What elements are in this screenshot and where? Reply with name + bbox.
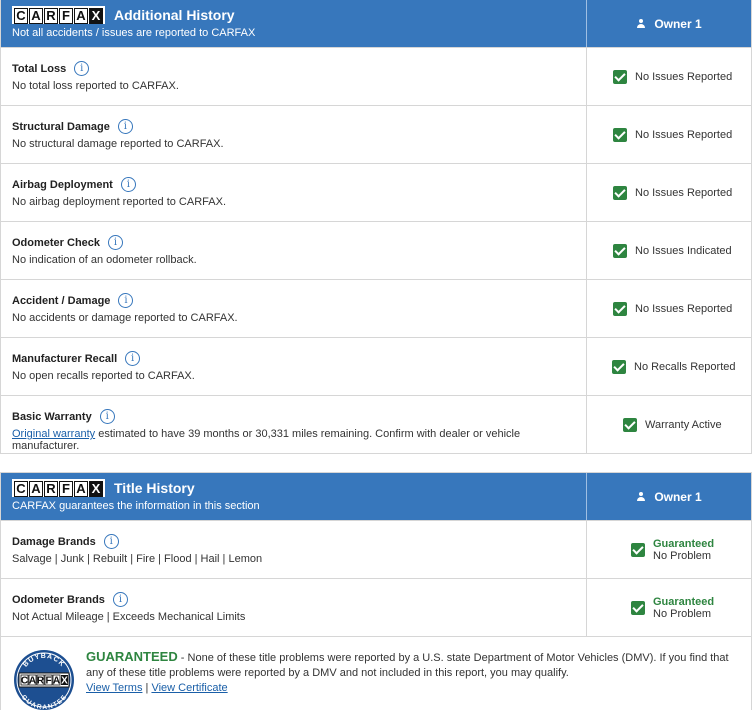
- check-icon: [612, 359, 626, 374]
- history-row-total-loss: Total Loss i No total loss reported to CA…: [1, 47, 751, 105]
- status-text: No Issues Reported: [635, 70, 733, 83]
- check-icon: [613, 69, 627, 84]
- row-title: Manufacturer Recall: [12, 352, 118, 365]
- view-terms-link[interactable]: View Terms: [86, 682, 142, 694]
- section-title: Additional History: [114, 7, 235, 23]
- row-description: No airbag deployment reported to CARFAX.: [12, 196, 227, 208]
- row-description: Salvage | Junk | Rebuilt | Fire | Flood …: [12, 553, 263, 565]
- buyback-guarantee-seal-icon: BUYBACK GUARANTEE C A R F A X: [14, 650, 74, 710]
- row-title: Basic Warranty: [12, 410, 92, 423]
- row-title: Airbag Deployment: [12, 178, 113, 191]
- row-title: Total Loss: [12, 62, 67, 75]
- owner-column-header: Owner 1: [587, 473, 751, 520]
- check-icon: [623, 417, 637, 432]
- info-icon[interactable]: i: [112, 592, 128, 607]
- status-text: No Issues Reported: [635, 186, 733, 199]
- additional-history-section: CARFAX Additional History Not all accide…: [0, 0, 752, 454]
- section-subtitle: CARFAX guarantees the information in thi…: [12, 500, 260, 512]
- row-title: Odometer Brands: [12, 593, 105, 606]
- original-warranty-link[interactable]: Original warranty: [12, 428, 95, 440]
- view-certificate-link[interactable]: View Certificate: [151, 682, 227, 694]
- history-row-odometer-check: Odometer Check i No indication of an odom…: [1, 221, 751, 279]
- info-icon[interactable]: i: [118, 293, 134, 308]
- svg-text:X: X: [61, 676, 68, 687]
- person-icon: [636, 491, 646, 502]
- check-icon: [613, 243, 627, 258]
- history-row-manufacturer-recall: Manufacturer Recall i No open recalls rep…: [1, 337, 751, 395]
- title-history-header: CARFAX Title History CARFAX guarantees t…: [1, 473, 751, 520]
- check-icon: [631, 600, 645, 615]
- row-title: Damage Brands: [12, 535, 96, 548]
- section-subtitle: Not all accidents / issues are reported …: [12, 27, 256, 39]
- guaranteed-label: Guaranteed: [653, 595, 715, 608]
- row-description: Not Actual Mileage | Exceeds Mechanical …: [12, 611, 246, 623]
- status-text: No Problem: [653, 607, 712, 620]
- row-title: Structural Damage: [12, 120, 110, 133]
- title-history-section: CARFAX Title History CARFAX guarantees t…: [0, 472, 752, 710]
- row-description: No structural damage reported to CARFAX.: [12, 138, 224, 150]
- row-description: No indication of an odometer rollback.: [12, 254, 197, 266]
- history-row-accident-damage: Accident / Damage i No accidents or damag…: [1, 279, 751, 337]
- check-icon: [613, 301, 627, 316]
- row-title: Odometer Check: [12, 236, 101, 249]
- check-icon: [631, 542, 645, 557]
- row-description: No accidents or damage reported to CARFA…: [12, 312, 238, 324]
- title-row-damage-brands: Damage Brands i Salvage | Junk | Rebuilt …: [1, 520, 751, 578]
- info-icon[interactable]: i: [120, 177, 136, 192]
- guaranteed-label: Guaranteed: [653, 537, 715, 550]
- row-description: Original warranty estimated to have 39 m…: [12, 428, 521, 452]
- check-icon: [613, 185, 627, 200]
- row-description: No total loss reported to CARFAX.: [12, 80, 179, 92]
- svg-text:C: C: [21, 676, 28, 687]
- additional-history-header: CARFAX Additional History Not all accide…: [1, 0, 751, 47]
- svg-text:R: R: [37, 676, 45, 687]
- row-description: No open recalls reported to CARFAX.: [12, 370, 195, 382]
- guarantee-body: - None of these title problems were repo…: [86, 652, 729, 679]
- section-title: Title History: [114, 480, 195, 496]
- info-icon[interactable]: i: [99, 409, 115, 424]
- status-text: No Issues Reported: [635, 128, 733, 141]
- row-title: Accident / Damage: [12, 294, 111, 307]
- carfax-logo: CARFAX: [12, 6, 105, 24]
- guaranteed-heading: GUARANTEED: [86, 649, 178, 664]
- carfax-logo: CARFAX: [12, 479, 105, 497]
- history-row-basic-warranty: Basic Warranty i Original warranty estima…: [1, 395, 751, 453]
- history-row-structural-damage: Structural Damage i No structural damage …: [1, 105, 751, 163]
- svg-text:F: F: [45, 676, 51, 687]
- svg-text:A: A: [29, 676, 36, 687]
- info-icon[interactable]: i: [74, 61, 90, 76]
- person-icon: [636, 18, 646, 29]
- owner-column-header: Owner 1: [587, 0, 751, 47]
- history-row-airbag-deployment: Airbag Deployment i No airbag deployment …: [1, 163, 751, 221]
- status-text: No Issues Reported: [635, 302, 733, 315]
- status-text: No Issues Indicated: [635, 244, 732, 257]
- title-row-odometer-brands: Odometer Brands i Not Actual Mileage | Ex…: [1, 578, 751, 636]
- status-text: No Recalls Reported: [634, 360, 736, 373]
- info-icon[interactable]: i: [103, 534, 119, 549]
- info-icon[interactable]: i: [117, 119, 133, 134]
- status-text: No Problem: [653, 549, 712, 562]
- info-icon[interactable]: i: [125, 351, 141, 366]
- check-icon: [613, 127, 627, 142]
- info-icon[interactable]: i: [108, 235, 124, 250]
- guarantee-footer: BUYBACK GUARANTEE C A R F A X GUARANTEED…: [1, 636, 751, 710]
- svg-text:A: A: [53, 676, 60, 687]
- status-text: Warranty Active: [645, 418, 722, 431]
